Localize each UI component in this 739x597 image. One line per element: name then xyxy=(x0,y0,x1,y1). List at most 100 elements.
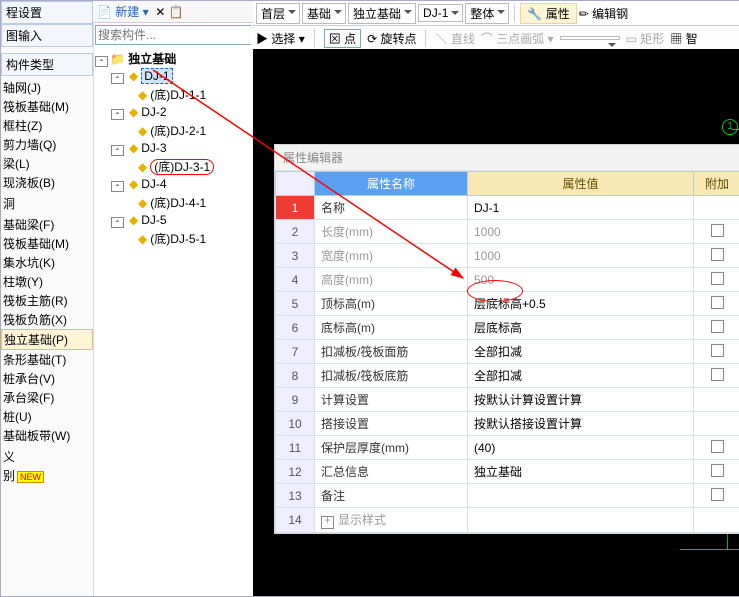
extra-checkbox[interactable] xyxy=(711,320,724,333)
left-item[interactable]: 筏板负筋(X) xyxy=(1,310,93,329)
expand-icon[interactable]: - xyxy=(111,109,124,120)
left-item[interactable]: 剪力墙(Q) xyxy=(1,135,93,154)
prop-value[interactable]: 全部扣减 xyxy=(468,340,694,364)
left-item[interactable]: 基础板带(W) xyxy=(1,426,93,445)
extra-checkbox[interactable] xyxy=(711,368,724,381)
expand-icon[interactable]: + xyxy=(321,516,334,529)
extra-checkbox[interactable] xyxy=(711,272,724,285)
left-tab-input[interactable]: 图输入 xyxy=(1,24,93,47)
tree-node[interactable]: DJ-2 xyxy=(141,105,166,119)
prop-value[interactable]: 层底标高 xyxy=(468,316,694,340)
prop-name: 底标高(m) xyxy=(315,316,468,340)
extra-checkbox[interactable] xyxy=(711,224,724,237)
extra-checkbox[interactable] xyxy=(711,344,724,357)
row-number: 2 xyxy=(276,220,315,244)
prop-name: 汇总信息 xyxy=(315,460,468,484)
arc-tool[interactable]: ⌒ 三点画弧 ▾ xyxy=(481,30,554,47)
expand-icon[interactable]: - xyxy=(95,56,108,67)
left-item[interactable]: 别NEW xyxy=(1,466,93,485)
prop-extra xyxy=(694,436,739,460)
left-item[interactable]: 条形基础(T) xyxy=(1,350,93,369)
left-item[interactable]: 桩承台(V) xyxy=(1,369,93,388)
prop-extra xyxy=(694,508,739,533)
left-tab-settings[interactable]: 程设置 xyxy=(1,1,93,24)
expand-icon[interactable]: - xyxy=(111,73,124,84)
tree-node[interactable]: DJ-1 xyxy=(141,68,172,84)
tree-node[interactable]: DJ-3 xyxy=(141,141,166,155)
prop-value[interactable]: 独立基础 xyxy=(468,460,694,484)
search-input[interactable] xyxy=(96,26,255,44)
property-editor-title: 属性编辑器 xyxy=(275,145,739,171)
prop-value[interactable]: 全部扣减 xyxy=(468,364,694,388)
tree-child[interactable]: (底)DJ-4-1 xyxy=(150,196,206,210)
item-dropdown[interactable]: DJ-1 xyxy=(418,4,463,22)
tree-child[interactable]: (底)DJ-1-1 xyxy=(150,88,206,102)
prop-value[interactable]: 1000 xyxy=(468,244,694,268)
prop-value[interactable] xyxy=(468,508,694,533)
prop-value[interactable]: (40) xyxy=(468,436,694,460)
row-number: 6 xyxy=(276,316,315,340)
prop-extra xyxy=(694,460,739,484)
line-tool[interactable]: ＼ 直线 xyxy=(435,30,474,47)
prop-name: 宽度(mm) xyxy=(315,244,468,268)
edit-rebar-button[interactable]: ✏ 编辑钢 xyxy=(579,5,628,22)
prop-value[interactable]: 按默认计算设置计算 xyxy=(468,388,694,412)
property-editor-window[interactable]: 属性编辑器 属性名称 属性值 附加 1名称DJ-12长度(mm)10003宽度(… xyxy=(274,144,739,534)
new-button[interactable]: 📄 新建 ▾ xyxy=(97,5,149,19)
smart-tool[interactable]: ▦ 智 xyxy=(670,30,697,47)
prop-name: 高度(mm) xyxy=(315,268,468,292)
type-dropdown[interactable]: 独立基础 xyxy=(348,3,416,24)
col-name: 属性名称 xyxy=(315,172,468,196)
row-number: 1 xyxy=(276,196,315,220)
tree-node[interactable]: DJ-5 xyxy=(141,213,166,227)
prop-name: 名称 xyxy=(315,196,468,220)
left-item[interactable]: 洞 xyxy=(1,194,93,213)
left-item[interactable]: 独立基础(P) xyxy=(1,329,93,350)
row-number: 13 xyxy=(276,484,315,508)
expand-icon[interactable]: - xyxy=(111,181,124,192)
axis-marker: 1 xyxy=(722,119,738,135)
rect-tool[interactable]: ▭ 矩形 xyxy=(626,30,665,47)
expand-icon[interactable]: - xyxy=(111,145,124,156)
left-item[interactable]: 桩(U) xyxy=(1,407,93,426)
prop-value[interactable]: DJ-1 xyxy=(468,196,694,220)
scope-dropdown[interactable]: 整体 xyxy=(465,3,509,24)
prop-name: 搭接设置 xyxy=(315,412,468,436)
rotate-point-tool[interactable]: ⟳ 旋转点 xyxy=(367,30,416,47)
prop-value[interactable]: 1000 xyxy=(468,220,694,244)
left-item[interactable]: 筏板基础(M) xyxy=(1,97,93,116)
left-item[interactable]: 现浇板(B) xyxy=(1,173,93,192)
left-item[interactable]: 义 xyxy=(1,447,93,466)
expand-icon[interactable]: - xyxy=(111,217,124,228)
property-button[interactable]: 🔧 属性 xyxy=(520,3,576,24)
left-item[interactable]: 筏板主筋(R) xyxy=(1,291,93,310)
extra-checkbox[interactable] xyxy=(711,248,724,261)
left-item[interactable]: 梁(L) xyxy=(1,154,93,173)
point-tool[interactable]: ⊠ 点 xyxy=(324,29,361,48)
left-item[interactable]: 集水坑(K) xyxy=(1,253,93,272)
left-item[interactable]: 筏板基础(M) xyxy=(1,234,93,253)
left-item[interactable]: 基础梁(F) xyxy=(1,215,93,234)
arc-opts[interactable] xyxy=(560,36,620,40)
tree-node[interactable]: DJ-4 xyxy=(141,177,166,191)
prop-value[interactable]: 按默认搭接设置计算 xyxy=(468,412,694,436)
tree-child[interactable]: (底)DJ-3-1 xyxy=(150,159,214,175)
left-item[interactable]: 轴网(J) xyxy=(1,78,93,97)
extra-checkbox[interactable] xyxy=(711,488,724,501)
select-tool[interactable]: ▶ 选择 ▾ xyxy=(256,30,305,47)
tree-child[interactable]: (底)DJ-2-1 xyxy=(150,124,206,138)
prop-extra xyxy=(694,244,739,268)
floor-dropdown[interactable]: 首层 xyxy=(256,3,300,24)
extra-checkbox[interactable] xyxy=(711,440,724,453)
extra-checkbox[interactable] xyxy=(711,296,724,309)
extra-checkbox[interactable] xyxy=(711,464,724,477)
left-item[interactable]: 承台梁(F) xyxy=(1,388,93,407)
left-item[interactable]: 柱墩(Y) xyxy=(1,272,93,291)
cat-dropdown[interactable]: 基础 xyxy=(302,3,346,24)
tree-child[interactable]: (底)DJ-5-1 xyxy=(150,232,206,246)
left-item[interactable]: 框柱(Z) xyxy=(1,116,93,135)
row-number: 5 xyxy=(276,292,315,316)
prop-value[interactable] xyxy=(468,484,694,508)
prop-extra xyxy=(694,268,739,292)
prop-name: 扣减板/筏板面筋 xyxy=(315,340,468,364)
